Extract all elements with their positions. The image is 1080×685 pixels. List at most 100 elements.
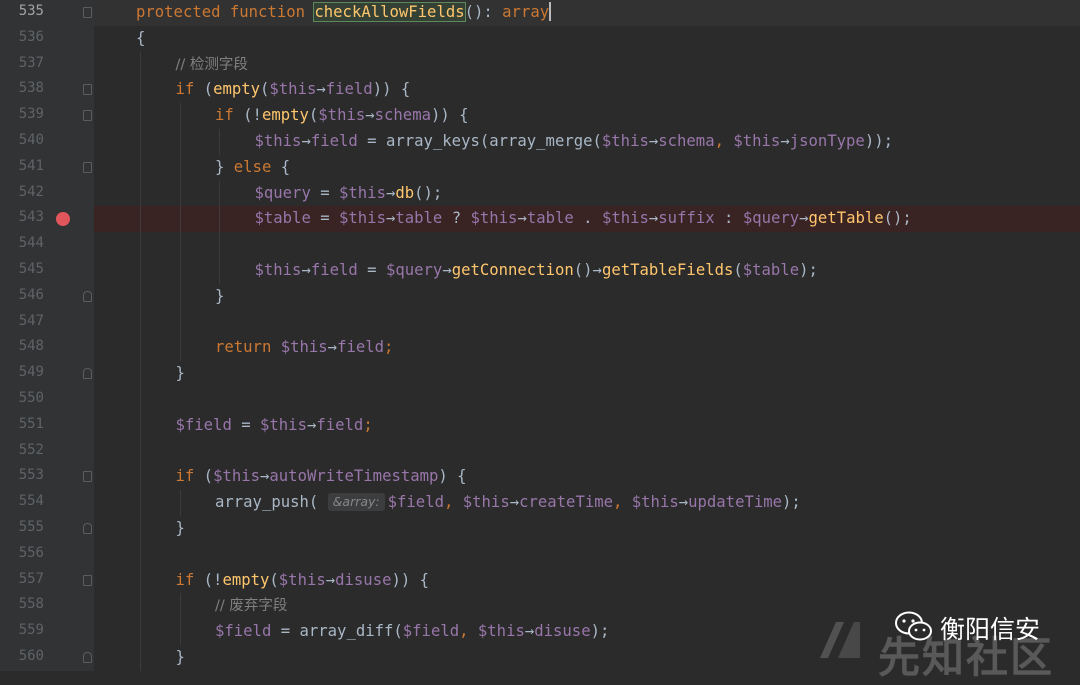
code-content[interactable]: if (empty($this→field)) { bbox=[94, 77, 1080, 104]
code-token: protected bbox=[136, 3, 230, 21]
code-line[interactable]: 543 $table = $this→table ? $this→table . … bbox=[0, 206, 1080, 233]
code-content[interactable] bbox=[94, 232, 1080, 258]
code-content[interactable]: $table = $this→table ? $this→table . $th… bbox=[94, 206, 1080, 233]
fold-marker-icon[interactable] bbox=[83, 471, 92, 483]
wechat-icon bbox=[895, 611, 932, 641]
code-content[interactable]: } bbox=[94, 516, 1080, 542]
code-line[interactable]: 547 bbox=[0, 309, 1080, 336]
gutter[interactable]: 552 bbox=[0, 438, 94, 465]
indent-guide bbox=[179, 309, 181, 336]
gutter[interactable]: 542 bbox=[0, 180, 94, 207]
fold-marker-icon[interactable] bbox=[83, 574, 92, 586]
code-content[interactable] bbox=[94, 438, 1080, 465]
gutter[interactable]: 554 bbox=[0, 490, 94, 516]
fold-marker-icon[interactable] bbox=[83, 523, 92, 534]
fold-marker-icon[interactable] bbox=[83, 110, 92, 122]
gutter[interactable]: 543 bbox=[0, 206, 94, 233]
code-content[interactable]: } else { bbox=[94, 154, 1080, 181]
code-token: field bbox=[310, 261, 358, 279]
code-line[interactable]: 541 } else { bbox=[0, 154, 1080, 181]
gutter[interactable]: 537 bbox=[0, 51, 94, 78]
code-line[interactable]: 556 bbox=[0, 541, 1080, 568]
gutter[interactable]: 547 bbox=[0, 309, 94, 336]
gutter[interactable]: 551 bbox=[0, 412, 94, 439]
gutter[interactable]: 553 bbox=[0, 464, 94, 491]
code-line[interactable]: 555} bbox=[0, 516, 1080, 542]
code-line[interactable]: 538 if (empty($this→field)) { bbox=[0, 77, 1080, 104]
fold-marker-icon[interactable] bbox=[83, 290, 92, 302]
gutter[interactable]: 549 bbox=[0, 361, 94, 387]
code-line[interactable]: 537 // 检测字段 bbox=[0, 51, 1080, 78]
code-token: ); bbox=[590, 622, 610, 641]
gutter[interactable]: 545 bbox=[0, 258, 94, 284]
code-token: return bbox=[215, 338, 281, 357]
gutter[interactable]: 556 bbox=[0, 541, 94, 568]
code-content[interactable] bbox=[94, 541, 1080, 568]
code-content[interactable]: $query = $this→db(); bbox=[94, 180, 1080, 207]
line-number: 537 bbox=[18, 54, 44, 71]
gutter[interactable]: 540 bbox=[0, 129, 94, 155]
code-line[interactable]: 554 array_push( &array: $field, $this→crea… bbox=[0, 490, 1080, 516]
gutter[interactable]: 539 bbox=[0, 103, 94, 129]
code-line[interactable]: 551 $field = $this→field; bbox=[0, 412, 1080, 439]
gutter[interactable]: 544 bbox=[0, 232, 94, 258]
code-token: $query bbox=[254, 183, 311, 202]
code-content[interactable]: { bbox=[94, 26, 1080, 52]
code-line[interactable]: 542 $query = $this→db(); bbox=[0, 180, 1080, 207]
gutter[interactable]: 559 bbox=[0, 619, 94, 645]
code-content[interactable]: if (!empty($this→schema)) { bbox=[94, 103, 1080, 129]
code-line[interactable]: 553 if ($this→autoWriteTimestamp) { bbox=[0, 464, 1080, 491]
code-content[interactable] bbox=[94, 387, 1080, 413]
gutter[interactable]: 555 bbox=[0, 516, 94, 542]
line-number: 559 bbox=[18, 622, 44, 639]
code-line[interactable]: 540 $this→field = array_keys(array_merge(… bbox=[0, 129, 1080, 155]
breakpoint-icon[interactable] bbox=[56, 212, 70, 227]
code-line[interactable]: 545 $this→field = $query→getConnection()→… bbox=[0, 258, 1080, 284]
code-content[interactable]: protected function checkAllowFields(): a… bbox=[94, 0, 1080, 26]
gutter[interactable]: 548 bbox=[0, 335, 94, 362]
code-content[interactable]: return $this→field; bbox=[94, 335, 1080, 362]
code-token: function bbox=[229, 3, 315, 21]
code-line[interactable]: 544 bbox=[0, 232, 1080, 258]
gutter[interactable]: 560 bbox=[0, 645, 94, 671]
line-number: 557 bbox=[18, 570, 44, 587]
code-content[interactable]: array_push( &array: $field, $this→createT… bbox=[94, 490, 1080, 516]
fold-marker-icon[interactable] bbox=[83, 161, 92, 173]
fold-marker-icon[interactable] bbox=[83, 652, 92, 663]
fold-marker-icon[interactable] bbox=[83, 7, 92, 18]
line-number: 541 bbox=[18, 157, 44, 174]
code-line[interactable]: 539 if (!empty($this→schema)) { bbox=[0, 103, 1080, 129]
code-line[interactable]: 550 bbox=[0, 387, 1080, 413]
code-line[interactable]: 552 bbox=[0, 438, 1080, 465]
code-line[interactable]: 535 protected function checkAllowFields()… bbox=[0, 0, 1080, 26]
code-content[interactable]: } bbox=[94, 283, 1080, 310]
code-content[interactable]: if ($this→autoWriteTimestamp) { bbox=[94, 464, 1080, 491]
code-editor[interactable]: 535 protected function checkAllowFields()… bbox=[0, 0, 1080, 675]
code-line[interactable]: 548 return $this→field; bbox=[0, 335, 1080, 362]
gutter[interactable]: 546 bbox=[0, 283, 94, 310]
code-content[interactable]: // 检测字段 bbox=[94, 51, 1080, 78]
indent-guide bbox=[140, 258, 141, 284]
code-line[interactable]: 557 if (!empty($this→disuse)) { bbox=[0, 567, 1080, 594]
gutter[interactable]: 550 bbox=[0, 387, 94, 413]
code-line[interactable]: 549} bbox=[0, 361, 1080, 387]
gutter[interactable]: 558 bbox=[0, 593, 94, 620]
gutter[interactable]: 557 bbox=[0, 567, 94, 594]
gutter[interactable]: 536 bbox=[0, 25, 94, 52]
code-content[interactable]: $field = $this→field; bbox=[94, 412, 1080, 439]
gutter[interactable]: 538 bbox=[0, 77, 94, 104]
code-content[interactable]: $this→field = array_keys(array_merge($th… bbox=[94, 129, 1080, 155]
code-content[interactable]: $this→field = $query→getConnection()→get… bbox=[94, 258, 1080, 284]
code-token: $this bbox=[339, 183, 386, 202]
code-content[interactable] bbox=[94, 309, 1080, 336]
line-number: 539 bbox=[18, 106, 44, 123]
gutter[interactable]: 541 bbox=[0, 154, 94, 181]
code-token: checkAllowFields bbox=[313, 2, 466, 22]
code-line[interactable]: 546} bbox=[0, 283, 1080, 310]
code-content[interactable]: } bbox=[94, 361, 1080, 387]
code-content[interactable]: if (!empty($this→disuse)) { bbox=[94, 567, 1080, 594]
fold-marker-icon[interactable] bbox=[83, 368, 92, 380]
fold-marker-icon[interactable] bbox=[83, 84, 92, 96]
gutter[interactable]: 535 bbox=[0, 0, 94, 26]
code-line[interactable]: 536 { bbox=[0, 25, 1080, 52]
